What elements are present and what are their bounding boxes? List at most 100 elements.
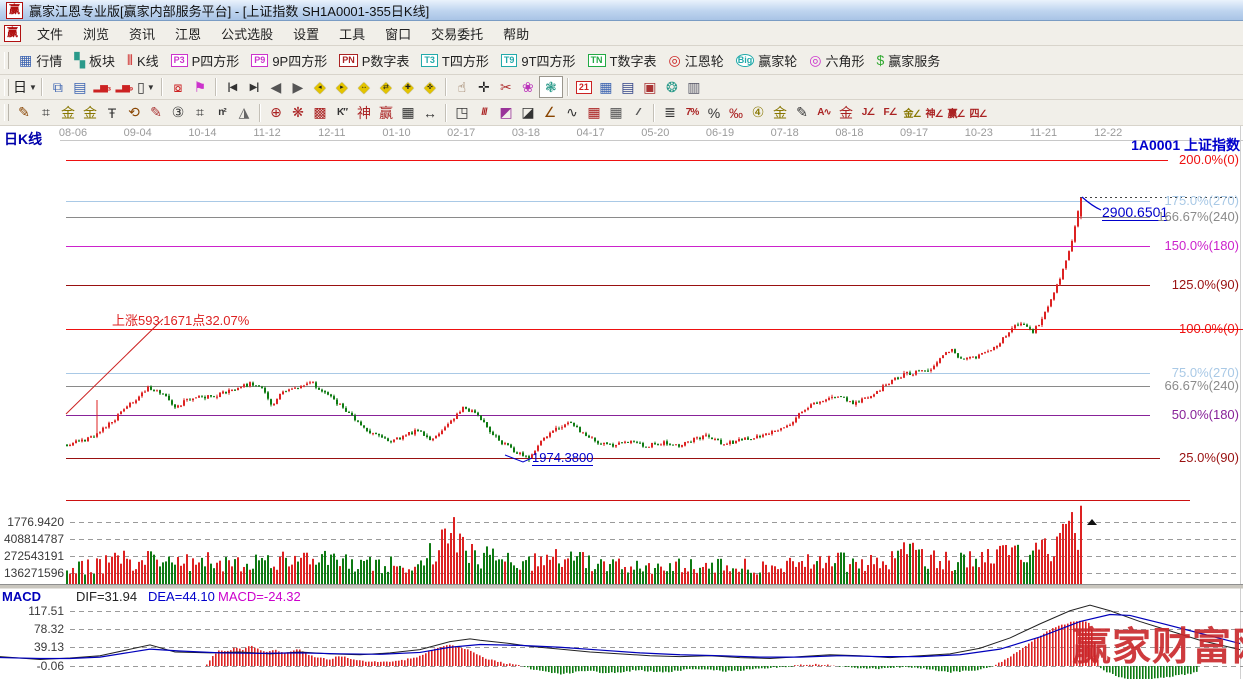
menu-item-6[interactable]: 工具 — [329, 21, 375, 46]
menu-item-0[interactable]: 文件 — [27, 21, 73, 46]
gold-line-tool[interactable]: 金 — [769, 103, 791, 123]
calendar-button[interactable]: 21 — [573, 77, 595, 97]
t-square-button[interactable]: T3T四方形 — [415, 49, 494, 72]
sectors-button[interactable]: ▚板块 — [68, 49, 121, 72]
box-fan2-tool[interactable]: ◪ — [517, 103, 539, 123]
next-page-button[interactable]: ▶ — [287, 77, 309, 97]
kline-button[interactable]: ⫴K线 — [121, 49, 165, 72]
grid-123-tool[interactable]: ▦ — [397, 103, 419, 123]
first-page-button[interactable]: |◀ — [221, 77, 243, 97]
macd-indicator-row: MACD DIF=31.94 DEA=44.10 MACD=-24.32 — [0, 589, 1243, 604]
ying-grid-tool[interactable]: 赢 — [375, 103, 397, 123]
candle-style-dropdown[interactable]: ▯▼ — [135, 77, 157, 97]
color-chart-icon[interactable]: ⚑ — [189, 77, 211, 97]
a-wave-tool[interactable]: A∿ — [813, 103, 835, 123]
wave-tool[interactable]: ∿ — [561, 103, 583, 123]
red-grid-tool[interactable]: ▦ — [583, 103, 605, 123]
wave-pencil-tool[interactable]: ✎ — [145, 103, 167, 123]
menu-item-5[interactable]: 设置 — [283, 21, 329, 46]
pencil-tool[interactable]: ✎ — [13, 103, 35, 123]
spider-web-tool[interactable]: ❋ — [287, 103, 309, 123]
ma9-icon[interactable]: ▂▅₉ — [113, 77, 135, 97]
shift-left-diamond-button[interactable]: ◆◂ — [309, 77, 331, 97]
save-button[interactable]: ▣ — [639, 77, 661, 97]
gold-grid-tool[interactable]: 金 — [57, 103, 79, 123]
ma3-icon[interactable]: ▂▅₃ — [91, 77, 113, 97]
erase-tool-button[interactable]: ✂ — [495, 77, 517, 97]
window-layout-icon[interactable]: ⧉ — [47, 77, 69, 97]
period-day-dropdown[interactable]: 日▼ — [13, 77, 37, 97]
menu-item-3[interactable]: 江恩 — [165, 21, 211, 46]
menu-item-1[interactable]: 浏览 — [73, 21, 119, 46]
box-fan-tool[interactable]: ◩ — [495, 103, 517, 123]
expand-diamond-button[interactable]: ◆✜ — [419, 77, 441, 97]
last-page-button[interactable]: ▶| — [243, 77, 265, 97]
zoom-out-diamond-button[interactable]: ◆↔ — [353, 77, 375, 97]
window-titlebar[interactable]: 赢 赢家江恩专业版[赢家内部服务平台] - [上证指数 SH1A0001-355… — [0, 0, 1243, 21]
gold-grid2-tool[interactable]: 金 — [79, 103, 101, 123]
gann-circle-tool[interactable]: ⊕ — [265, 103, 287, 123]
fan-lines-tool[interactable]: /// — [473, 103, 495, 123]
p9-square-button[interactable]: P99P四方形 — [245, 49, 333, 72]
send-pc-button[interactable]: ▥ — [683, 77, 705, 97]
scale-ruler-tool[interactable]: ≣ — [659, 103, 681, 123]
crosshair-tool-button[interactable]: ✛ — [473, 77, 495, 97]
chart-area[interactable]: 日K线 1A0001 上证指数 上涨593.1671点32.07% 1974.3… — [0, 126, 1243, 679]
shift-right-diamond-button[interactable]: ◆▸ — [331, 77, 353, 97]
f-angle-tool[interactable]: F∠ — [879, 103, 901, 123]
spiral-tool[interactable]: ⟲ — [123, 103, 145, 123]
calculator-button[interactable]: ▦ — [595, 77, 617, 97]
percent7-tool[interactable]: 7% — [681, 103, 703, 123]
hand-tool-button[interactable]: ☝ — [451, 77, 473, 97]
brush-tool[interactable]: ✎ — [791, 103, 813, 123]
circle3-tool[interactable]: ③ — [167, 103, 189, 123]
f-grid-tool[interactable]: Ŧ — [101, 103, 123, 123]
menu-item-7[interactable]: 窗口 — [375, 21, 421, 46]
percent-line-tool[interactable]: ‰ — [725, 103, 747, 123]
zoom-in-diamond-button[interactable]: ◆⇄ — [375, 77, 397, 97]
info-doc-icon[interactable]: ▤ — [69, 77, 91, 97]
winner-service-button[interactable]: $赢家服务 — [871, 49, 947, 72]
menu-item-8[interactable]: 交易委托 — [421, 21, 493, 46]
figure-box-icon-icon: ⧇ — [173, 79, 182, 96]
menu-item-4[interactable]: 公式选股 — [211, 21, 283, 46]
slash-lines-tool[interactable]: ⁄⁄ — [627, 103, 649, 123]
menu-item-9[interactable]: 帮助 — [493, 21, 539, 46]
j-angle-tool[interactable]: J∠ — [857, 103, 879, 123]
t9-square-button[interactable]: T99T四方形 — [495, 49, 582, 72]
web-square-tool[interactable]: ▩ — [309, 103, 331, 123]
export-web-button[interactable]: ❂ — [661, 77, 683, 97]
gann-grid-tool[interactable]: ⌗ — [35, 103, 57, 123]
compress-diamond-button[interactable]: ◆✚ — [397, 77, 419, 97]
ying-angle-tool[interactable]: 赢∠ — [945, 103, 967, 123]
notes-button[interactable]: ▤ — [617, 77, 639, 97]
percent-tool[interactable]: % — [703, 103, 725, 123]
menu-bar: 赢 文件浏览资讯江恩公式选股设置工具窗口交易委托帮助 — [0, 21, 1243, 46]
p-number-table-button[interactable]: PNP数字表 — [333, 49, 415, 72]
dark-grid-tool[interactable]: ▦ — [605, 103, 627, 123]
quotes-button[interactable]: ▦行情 — [13, 49, 68, 72]
shen-grid-tool[interactable]: 神 — [353, 103, 375, 123]
gann-wheel-button[interactable]: ◎江恩轮 — [663, 49, 730, 72]
winner-wheel-button[interactable]: Big赢家轮 — [730, 49, 804, 72]
angle-pencil-tool[interactable]: ∠ — [539, 103, 561, 123]
gold-angle-tool[interactable]: 金∠ — [901, 103, 923, 123]
menu-item-2[interactable]: 资讯 — [119, 21, 165, 46]
hexagon-button[interactable]: ◎六角形 — [803, 49, 870, 72]
mirror-tool[interactable]: ◮ — [233, 103, 255, 123]
hspan-tool[interactable]: ↔ — [419, 103, 441, 123]
t-number-table-button[interactable]: TNT数字表 — [582, 49, 663, 72]
box-select-tool[interactable]: ◳ — [451, 103, 473, 123]
gold2-line-tool[interactable]: 金 — [835, 103, 857, 123]
shen-angle-tool[interactable]: 神∠ — [923, 103, 945, 123]
k-count-tool[interactable]: K″ — [331, 103, 353, 123]
brain-tool-button[interactable]: ❃ — [539, 76, 563, 98]
gann-flower-tool-button[interactable]: ❀ — [517, 77, 539, 97]
p-square-button[interactable]: P3P四方形 — [165, 49, 246, 72]
si-angle-tool[interactable]: 四∠ — [967, 103, 989, 123]
figure-box-icon[interactable]: ⧇ — [167, 77, 189, 97]
prev-page-button[interactable]: ◀ — [265, 77, 287, 97]
price-grid-tool[interactable]: ⌗ — [189, 103, 211, 123]
gold-circle-tool[interactable]: ④ — [747, 103, 769, 123]
n2-tool[interactable]: n² — [211, 103, 233, 123]
